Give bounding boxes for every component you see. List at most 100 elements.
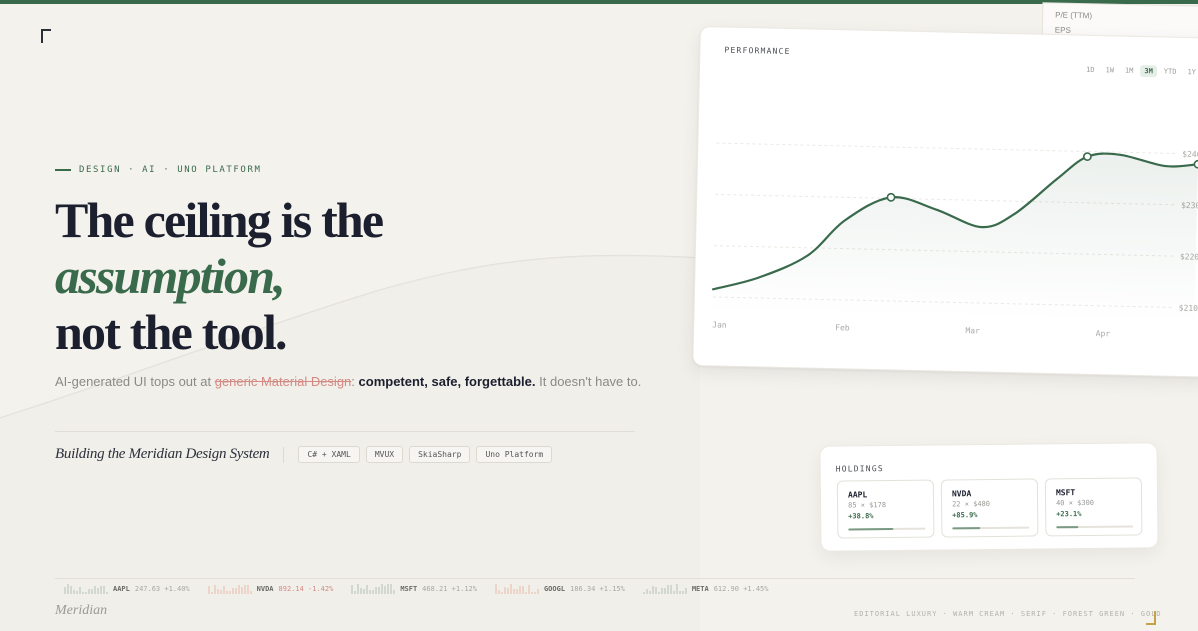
holding-progress-bar — [848, 527, 926, 531]
holding-symbol: AAPL — [847, 490, 868, 500]
sparkline-bar — [536, 589, 539, 594]
ticker-symbol: MSFT — [400, 585, 418, 593]
sparkline-bar — [681, 591, 684, 594]
range-1y[interactable]: 1Y — [1183, 66, 1198, 78]
sparkline-bar — [88, 589, 90, 594]
sparkline-bar — [70, 586, 72, 594]
sparkline-bar — [243, 585, 246, 594]
ticker-price: 892.14 -1.42% — [278, 585, 334, 593]
performance-title: PERFORMANCE — [724, 45, 791, 57]
hero-divider — [55, 431, 635, 432]
sparkline-bar — [645, 589, 648, 594]
sparkline-bar — [360, 588, 363, 594]
ticker-item-aapl[interactable]: AAPL 247.63 +1.40% — [64, 584, 190, 594]
sparkline-bar — [64, 587, 66, 594]
performance-chart: $210$220$230$240JanFebMarApr — [711, 142, 1198, 338]
ticker-price: 247.63 +1.40% — [134, 585, 190, 593]
tag-mvux[interactable]: MVUX — [365, 446, 404, 463]
sparkline-bar — [249, 591, 252, 594]
sparkline-bar — [369, 590, 372, 594]
holding-quantity: 85 × $178 — [848, 501, 887, 510]
sparkline-bar — [530, 592, 533, 594]
sparkline-bar — [351, 585, 354, 594]
eyebrow-text: DESIGN · AI · UNO PLATFORM — [79, 165, 262, 175]
holding-nvda[interactable]: NVDA 22 × $480 +85.9% — [940, 478, 1039, 538]
headline-accent: assumption, — [55, 248, 286, 304]
sparkline-icon — [642, 584, 687, 594]
sparkline-bar — [512, 589, 515, 594]
sparkline-bar — [648, 591, 651, 594]
tag-skiasharp[interactable]: SkiaSharp — [409, 446, 471, 463]
tech-tags: C# + XAML MVUX SkiaSharp Uno Platform — [298, 446, 553, 463]
sparkline-bar — [533, 592, 536, 594]
eyebrow: DESIGN · AI · UNO PLATFORM — [55, 165, 261, 175]
sparkline-icon — [207, 584, 252, 594]
sparkline-bar — [500, 592, 503, 594]
ticker-divider — [55, 578, 1135, 579]
ticker-item-googl[interactable]: GOOGL 186.34 +1.15% — [494, 584, 625, 594]
holding-msft[interactable]: MSFT 40 × $300 +23.1% — [1044, 477, 1143, 537]
footer-meta: EDITORIAL LUXURY · WARM CREAM · SERIF · … — [854, 610, 1162, 618]
ticker-item-msft[interactable]: MSFT 468.21 +1.12% — [351, 584, 477, 594]
sparkline-bar — [357, 584, 360, 594]
holding-progress-fill — [1056, 526, 1078, 529]
x-tick-label: Mar — [965, 326, 980, 335]
headline-line-1: The ceiling is the — [55, 192, 384, 248]
ticker-item-meta[interactable]: META 612.90 +1.45% — [642, 584, 769, 594]
ticker-price: 468.21 +1.12% — [422, 585, 477, 593]
tag-uno-platform[interactable]: Uno Platform — [476, 446, 553, 463]
sparkline-bar — [672, 591, 675, 594]
sparkline-bar — [82, 592, 84, 594]
sparkline-bar — [354, 591, 357, 594]
lede-paragraph: AI-generated UI tops out at generic Mate… — [55, 371, 645, 392]
byline: Building the Meridian Design System C# +… — [55, 446, 553, 463]
sparkline-bar — [506, 588, 509, 594]
ticker-symbol: META — [691, 585, 709, 593]
sparkline-bar — [372, 590, 375, 594]
tag-csharp-xaml[interactable]: C# + XAML — [298, 446, 360, 463]
holdings-card: HOLDINGS AAPL 85 × $178 +38.8% NVDA 22 ×… — [819, 442, 1159, 552]
sparkline-bar — [521, 586, 524, 594]
sparkline-bar — [669, 585, 672, 594]
series-area — [712, 153, 1198, 324]
holding-aapl[interactable]: AAPL 85 × $178 +38.8% — [836, 479, 935, 539]
x-tick-label: Apr — [1096, 329, 1111, 338]
sparkline-bar — [390, 584, 393, 594]
sparkline-bar — [97, 588, 99, 594]
holding-symbol: MSFT — [1055, 488, 1076, 498]
sparkline-icon — [351, 584, 396, 594]
sparkline-bar — [219, 590, 222, 594]
stock-ticker: AAPL 247.63 +1.40% NVDA 892.14 -1.42% MS… — [64, 584, 769, 594]
lede-colon: : — [351, 374, 359, 389]
holding-quantity: 40 × $300 — [1056, 498, 1095, 508]
sparkline-bar — [222, 586, 225, 594]
sparkline-bar — [363, 589, 366, 594]
sparkline-icon — [64, 584, 108, 594]
sparkline-bar — [660, 588, 663, 594]
top-accent-bar — [0, 0, 1198, 4]
headline: The ceiling is the assumption, not the t… — [55, 192, 384, 360]
y-tick-label: $240 — [1182, 150, 1198, 159]
sparkline-bar — [94, 586, 96, 594]
ticker-item-nvda[interactable]: NVDA 892.14 -1.42% — [207, 584, 334, 594]
holding-quantity: 22 × $480 — [952, 499, 991, 509]
range-3m[interactable]: 3M — [1140, 65, 1157, 78]
sparkline-bar — [216, 589, 219, 594]
sparkline-bar — [79, 587, 81, 594]
sparkline-bar — [228, 591, 231, 594]
x-tick-label: Jan — [712, 320, 727, 329]
range-1w[interactable]: 1W — [1101, 64, 1118, 76]
range-1d[interactable]: 1D — [1082, 64, 1099, 76]
lede-strong: competent, safe, forgettable. — [358, 374, 536, 389]
range-ytd[interactable]: YTD — [1160, 65, 1181, 77]
ticker-price: 186.34 +1.15% — [570, 585, 625, 593]
data-point-marker — [1083, 152, 1092, 162]
holding-progress-fill — [952, 527, 981, 530]
sparkline-bar — [509, 584, 512, 594]
ticker-symbol: AAPL — [113, 585, 130, 593]
sparkline-bar — [375, 587, 378, 594]
headline-line-3: not the tool. — [55, 304, 288, 360]
sparkline-bar — [503, 587, 506, 594]
range-1m[interactable]: 1M — [1121, 65, 1138, 77]
sparkline-bar — [225, 591, 228, 594]
